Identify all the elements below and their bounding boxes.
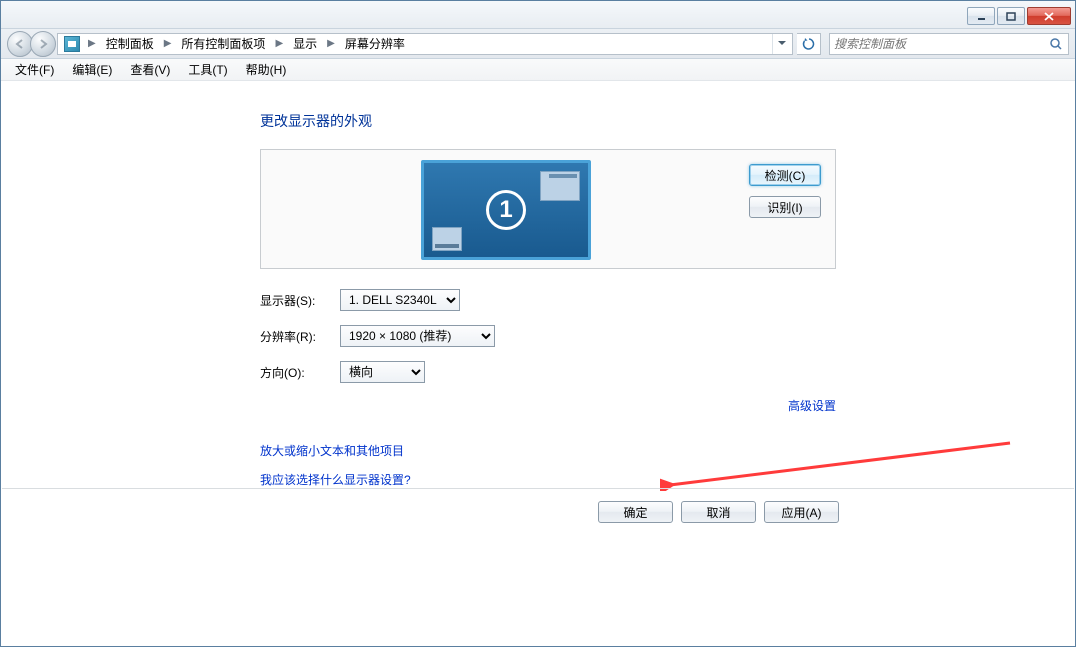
- search-icon[interactable]: [1048, 36, 1064, 52]
- monitor-number-badge: 1: [486, 190, 526, 230]
- refresh-button[interactable]: [797, 33, 821, 55]
- detect-button[interactable]: 检测(C): [749, 164, 821, 186]
- monitor-1[interactable]: 1: [421, 160, 591, 260]
- menu-view[interactable]: 查看(V): [122, 59, 178, 80]
- page-title: 更改显示器的外观: [260, 111, 836, 131]
- resolution-label: 分辨率(R):: [260, 328, 340, 345]
- advanced-settings-link[interactable]: 高级设置: [788, 399, 836, 413]
- breadcrumb-item[interactable]: 所有控制面板项: [175, 34, 271, 54]
- menu-file[interactable]: 文件(F): [7, 59, 62, 80]
- menu-edit[interactable]: 编辑(E): [64, 59, 120, 80]
- breadcrumb[interactable]: ▶ 控制面板 ▶ 所有控制面板项 ▶ 显示 ▶ 屏幕分辨率: [57, 33, 793, 55]
- forward-button[interactable]: [30, 31, 56, 57]
- breadcrumb-item[interactable]: 显示: [287, 34, 323, 54]
- control-panel-icon: [64, 36, 80, 52]
- breadcrumb-dropdown[interactable]: [772, 34, 790, 54]
- breadcrumb-item[interactable]: 屏幕分辨率: [339, 34, 411, 54]
- chevron-right-icon: ▶: [84, 38, 100, 49]
- chevron-right-icon: ▶: [160, 38, 176, 49]
- ok-button[interactable]: 确定: [598, 501, 673, 523]
- orientation-label: 方向(O):: [260, 364, 340, 381]
- identify-button[interactable]: 识别(I): [749, 196, 821, 218]
- preview-taskbar-icon: [432, 227, 462, 251]
- zoom-text-link[interactable]: 放大或缩小文本和其他项目: [260, 444, 404, 458]
- chevron-right-icon: ▶: [323, 38, 339, 49]
- address-bar: ▶ 控制面板 ▶ 所有控制面板项 ▶ 显示 ▶ 屏幕分辨率: [1, 29, 1075, 59]
- cancel-button[interactable]: 取消: [681, 501, 756, 523]
- close-button[interactable]: [1027, 7, 1071, 25]
- titlebar: [1, 1, 1075, 29]
- menu-tools[interactable]: 工具(T): [180, 59, 235, 80]
- menubar: 文件(F) 编辑(E) 查看(V) 工具(T) 帮助(H): [1, 59, 1075, 81]
- which-settings-link[interactable]: 我应该选择什么显示器设置?: [260, 473, 411, 487]
- display-select[interactable]: 1. DELL S2340L: [340, 289, 460, 311]
- orientation-select[interactable]: 横向: [340, 361, 425, 383]
- maximize-button[interactable]: [997, 7, 1025, 25]
- display-label: 显示器(S):: [260, 292, 340, 309]
- resolution-select[interactable]: 1920 × 1080 (推荐): [340, 325, 495, 347]
- search-input[interactable]: [834, 37, 1048, 51]
- chevron-right-icon: ▶: [271, 38, 287, 49]
- apply-button[interactable]: 应用(A): [764, 501, 839, 523]
- minimize-button[interactable]: [967, 7, 995, 25]
- menu-help[interactable]: 帮助(H): [238, 59, 295, 80]
- breadcrumb-item[interactable]: 控制面板: [100, 34, 160, 54]
- display-preview[interactable]: 1 检测(C) 识别(I): [260, 149, 836, 269]
- footer: 确定 取消 应用(A): [2, 488, 1074, 535]
- preview-window-icon: [540, 171, 580, 201]
